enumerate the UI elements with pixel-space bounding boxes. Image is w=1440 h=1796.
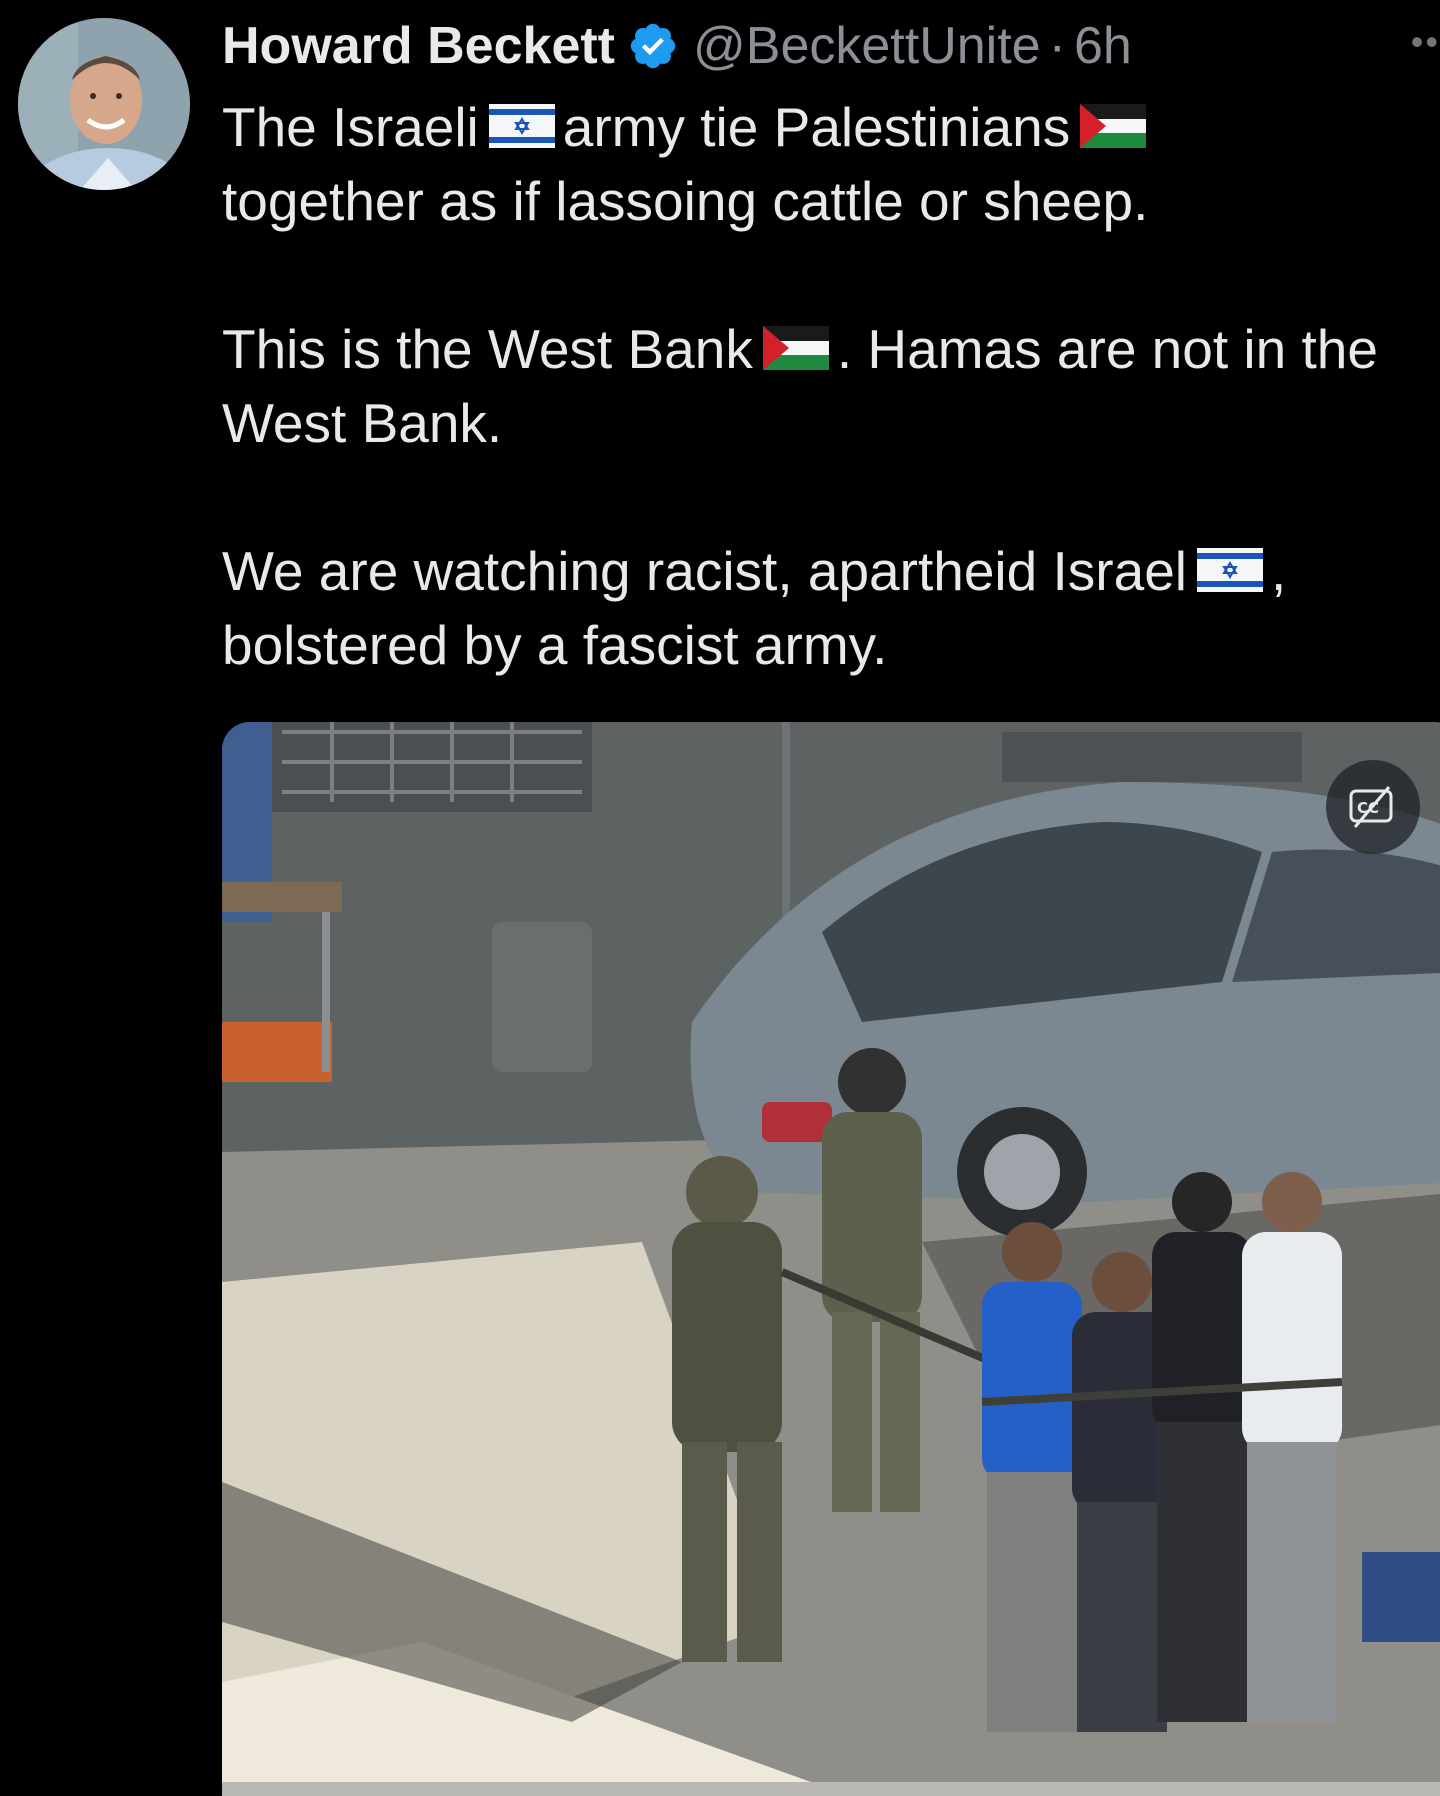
author-handle[interactable]: @BeckettUnite (693, 16, 1041, 76)
tweet-text: The Israeli army tie Palestinians togeth… (222, 90, 1440, 682)
paragraph-2-line-1: This is the West Bank . Hamas are not in… (222, 318, 1378, 380)
tweet[interactable]: •• Howard Beckett @BeckettUnite · 6h The… (0, 0, 1440, 1796)
video-frame (222, 722, 1440, 1796)
timestamp[interactable]: 6h (1074, 16, 1132, 76)
video-player[interactable]: CC (222, 722, 1440, 1796)
avatar-photo (18, 18, 190, 190)
verified-badge-icon[interactable] (627, 20, 679, 72)
paragraph-3-line-2: bolstered by a fascist army. (222, 614, 888, 676)
separator: · (1048, 17, 1066, 75)
palestine-flag-icon (762, 326, 829, 371)
more-options-icon[interactable]: •• (1411, 24, 1440, 60)
palestine-flag-icon (1080, 104, 1147, 149)
paragraph-1-line-2: together as if lassoing cattle or sheep. (222, 170, 1149, 232)
paragraph-2-line-2: West Bank. (222, 392, 503, 454)
avatar[interactable] (18, 18, 190, 190)
tweet-header: Howard Beckett @BeckettUnite · 6h (222, 16, 1132, 76)
paragraph-3-line-1: We are watching racist, apartheid Israel… (222, 540, 1287, 602)
captions-icon: CC (1349, 786, 1393, 828)
captions-button[interactable]: CC (1326, 760, 1420, 854)
israel-flag-icon (1197, 548, 1263, 593)
author-name[interactable]: Howard Beckett (222, 16, 615, 76)
israel-flag-icon (488, 104, 555, 149)
paragraph-1-line-1: The Israeli army tie Palestinians (222, 90, 1440, 164)
